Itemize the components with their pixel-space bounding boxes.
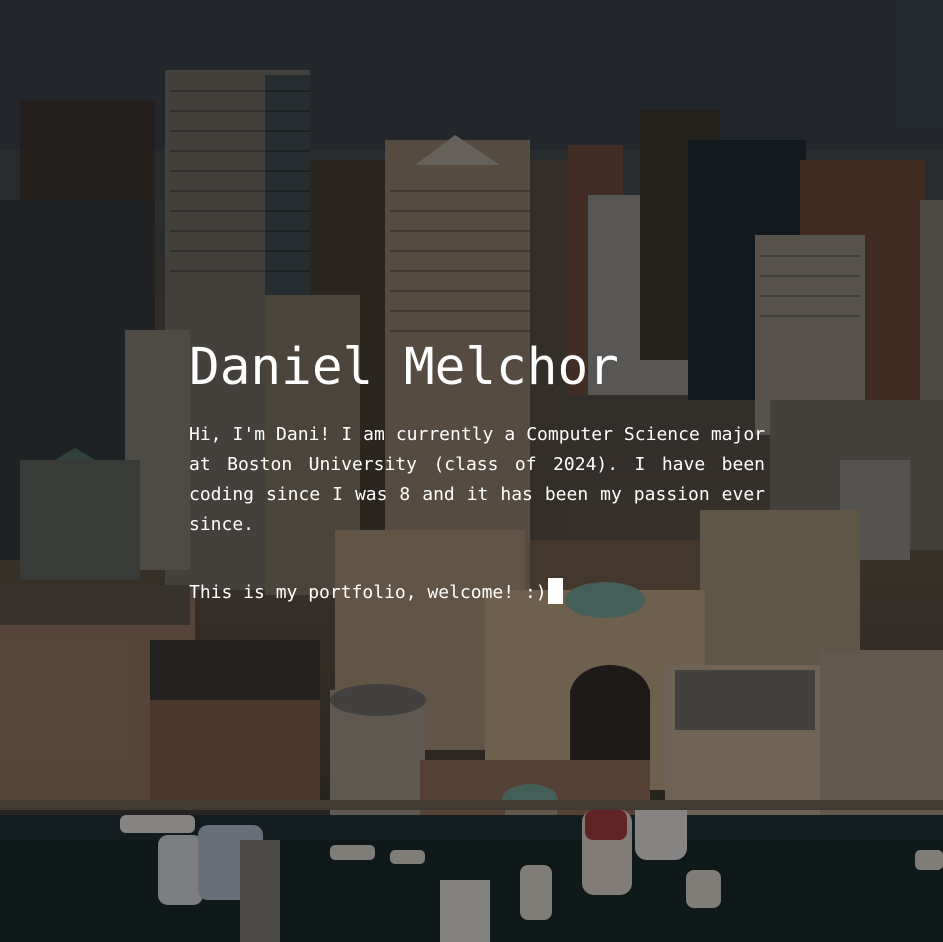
welcome-text: This is my portfolio, welcome! :)	[189, 582, 547, 603]
typing-cursor-icon	[547, 578, 563, 604]
welcome-line: This is my portfolio, welcome! :)	[189, 578, 765, 608]
hero-name-heading: Daniel Melchor	[189, 338, 619, 397]
hero-bio-paragraph: Hi, I'm Dani! I am currently a Computer …	[189, 424, 765, 535]
intro-section: Daniel Melchor Hi, I'm Dani! I am curren…	[189, 336, 765, 608]
